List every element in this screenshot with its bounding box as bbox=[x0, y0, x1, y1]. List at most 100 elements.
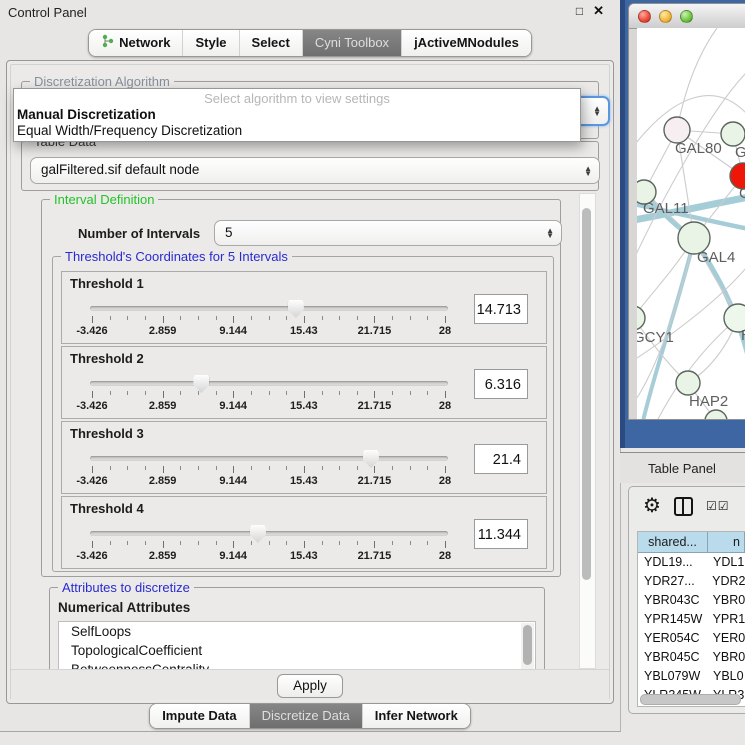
network-node-hap2[interactable] bbox=[676, 371, 700, 395]
table-row[interactable]: YBL079WYBL0 bbox=[638, 667, 745, 686]
table-row[interactable]: YDL19...YDL1 bbox=[638, 553, 745, 572]
network-node-bottom-node[interactable] bbox=[705, 410, 727, 419]
slider-tick bbox=[286, 541, 287, 545]
zoom-traffic-light-icon[interactable] bbox=[680, 10, 693, 23]
list-scrollbar-thumb[interactable] bbox=[523, 625, 532, 665]
slider-ticks bbox=[92, 541, 445, 549]
tab-network[interactable]: Network bbox=[89, 30, 182, 56]
cell-name[interactable]: YBL0 bbox=[708, 667, 744, 686]
cell-name[interactable]: YDR2 bbox=[707, 572, 745, 591]
cell-name[interactable]: YBR0 bbox=[708, 591, 745, 610]
settings-scrollbar-thumb[interactable] bbox=[582, 208, 591, 580]
select-columns-icon[interactable]: ☑☑ bbox=[706, 499, 730, 513]
slider-scale-label: 2.859 bbox=[149, 325, 177, 337]
slider-scale-label: 9.144 bbox=[219, 550, 247, 562]
slider-tick bbox=[198, 316, 199, 320]
threshold-value-field[interactable]: 6.316 bbox=[474, 369, 528, 399]
slider-scale-label: 2.859 bbox=[149, 475, 177, 487]
slider-scale-label: -3.426 bbox=[76, 550, 107, 562]
slider-track[interactable] bbox=[90, 306, 448, 311]
network-node-gcy1[interactable] bbox=[637, 306, 645, 330]
split-columns-icon[interactable] bbox=[674, 497, 693, 516]
cell-shared-name[interactable]: YDL19... bbox=[638, 553, 708, 572]
slider-tick bbox=[410, 316, 411, 320]
slider-tick bbox=[427, 391, 428, 395]
threshold-value-field[interactable]: 21.4 bbox=[474, 444, 528, 474]
table-row[interactable]: YIL052CYIL0 bbox=[638, 705, 745, 707]
column-header-shared-name[interactable]: shared... bbox=[638, 532, 708, 553]
slider-tick bbox=[145, 316, 146, 320]
close-traffic-light-icon[interactable] bbox=[638, 10, 651, 23]
slider-scale-label: -3.426 bbox=[76, 475, 107, 487]
dropdown-option-manual-discretization[interactable]: Manual Discretization bbox=[14, 107, 580, 123]
attribute-list-item[interactable]: SelfLoops bbox=[59, 622, 535, 641]
slider-tick bbox=[445, 316, 446, 323]
cell-shared-name[interactable]: YBR043C bbox=[638, 591, 708, 610]
cell-shared-name[interactable]: YBL079W bbox=[638, 667, 708, 686]
slider-tick bbox=[251, 391, 252, 395]
cell-name[interactable]: YIL0 bbox=[708, 705, 739, 707]
cell-shared-name[interactable]: YER054C bbox=[638, 629, 708, 648]
table-row[interactable]: YER054CYER0 bbox=[638, 629, 745, 648]
table-row[interactable]: YBR043CYBR0 bbox=[638, 591, 745, 610]
close-window-icon[interactable]: ✕ bbox=[593, 3, 604, 19]
list-scrollbar[interactable] bbox=[521, 623, 534, 669]
threshold-slider[interactable]: -3.4262.8599.14415.4321.71528 bbox=[92, 373, 446, 417]
table-horizontal-scrollbar[interactable] bbox=[640, 694, 741, 705]
slider-tick bbox=[304, 391, 305, 398]
float-window-icon[interactable]: □ bbox=[576, 4, 583, 18]
slider-tick bbox=[110, 541, 111, 545]
tab-select[interactable]: Select bbox=[239, 30, 302, 56]
cell-shared-name[interactable]: YDR27... bbox=[638, 572, 707, 591]
slider-tick bbox=[145, 466, 146, 470]
table-data-combo[interactable]: galFiltered.sif default node ▲▼ bbox=[30, 157, 600, 184]
attribute-list-item[interactable]: BetweennessCentrality bbox=[59, 660, 535, 669]
tab-style[interactable]: Style bbox=[182, 30, 238, 56]
slider-tick bbox=[374, 541, 375, 548]
slider-tick bbox=[445, 541, 446, 548]
tab-discretize-data[interactable]: Discretize Data bbox=[249, 704, 362, 728]
settings-vertical-scrollbar[interactable] bbox=[579, 193, 596, 669]
slider-tick bbox=[286, 466, 287, 470]
network-node-node-right-top[interactable] bbox=[721, 122, 745, 146]
slider-tick bbox=[339, 391, 340, 395]
threshold-value-field[interactable]: 11.344 bbox=[474, 519, 528, 549]
table-row[interactable]: YPR145WYPR1 bbox=[638, 610, 745, 629]
threshold-title: Threshold 4 bbox=[70, 501, 144, 516]
slider-tick bbox=[233, 391, 234, 398]
cell-shared-name[interactable]: YBR045C bbox=[638, 648, 708, 667]
table-panel-title: Table Panel bbox=[648, 461, 716, 476]
tab-impute-data[interactable]: Impute Data bbox=[150, 704, 248, 728]
cell-name[interactable]: YBR0 bbox=[708, 648, 745, 667]
threshold-slider[interactable]: -3.4262.8599.14415.4321.71528 bbox=[92, 523, 446, 567]
table-row[interactable]: YBR045CYBR0 bbox=[638, 648, 745, 667]
settings-gear-icon[interactable]: ⚙ bbox=[643, 496, 661, 516]
number-of-intervals-combo[interactable]: 5 ▲▼ bbox=[214, 220, 562, 246]
threshold-slider[interactable]: -3.4262.8599.14415.4321.71528 bbox=[92, 298, 446, 342]
slider-tick bbox=[145, 391, 146, 395]
slider-track[interactable] bbox=[90, 456, 448, 461]
cell-shared-name[interactable]: YIL052C bbox=[638, 705, 708, 707]
tab-infer-network[interactable]: Infer Network bbox=[362, 704, 470, 728]
cell-name[interactable]: YPR1 bbox=[708, 610, 745, 629]
tab-cyni-toolbox[interactable]: Cyni Toolbox bbox=[302, 30, 401, 56]
network-canvas[interactable]: GAL80GAGGAL11GAL4GCY1HHAP2 bbox=[637, 28, 745, 419]
attributes-to-discretize-group: Attributes to discretize Numerical Attri… bbox=[49, 587, 545, 669]
column-header-name[interactable]: n bbox=[708, 532, 745, 553]
attribute-list-item[interactable]: TopologicalCoefficient bbox=[59, 641, 535, 660]
cell-name[interactable]: YDL1 bbox=[708, 553, 744, 572]
threshold-row: Threshold 3 -3.4262.8599.14415.4321.7152… bbox=[61, 421, 547, 494]
slider-track[interactable] bbox=[90, 381, 448, 386]
dropdown-option-equal-width-frequency[interactable]: Equal Width/Frequency Discretization bbox=[14, 123, 580, 139]
apply-button[interactable]: Apply bbox=[277, 674, 343, 698]
threshold-slider[interactable]: -3.4262.8599.14415.4321.71528 bbox=[92, 448, 446, 492]
slider-tick bbox=[127, 391, 128, 395]
tab-jactivemnodules[interactable]: jActiveMNodules bbox=[401, 30, 531, 56]
table-row[interactable]: YDR27...YDR2 bbox=[638, 572, 745, 591]
minimize-traffic-light-icon[interactable] bbox=[659, 10, 672, 23]
slider-track[interactable] bbox=[90, 531, 448, 536]
cell-shared-name[interactable]: YPR145W bbox=[638, 610, 708, 629]
slider-tick bbox=[163, 541, 164, 548]
cell-name[interactable]: YER0 bbox=[708, 629, 745, 648]
threshold-value-field[interactable]: 14.713 bbox=[474, 294, 528, 324]
